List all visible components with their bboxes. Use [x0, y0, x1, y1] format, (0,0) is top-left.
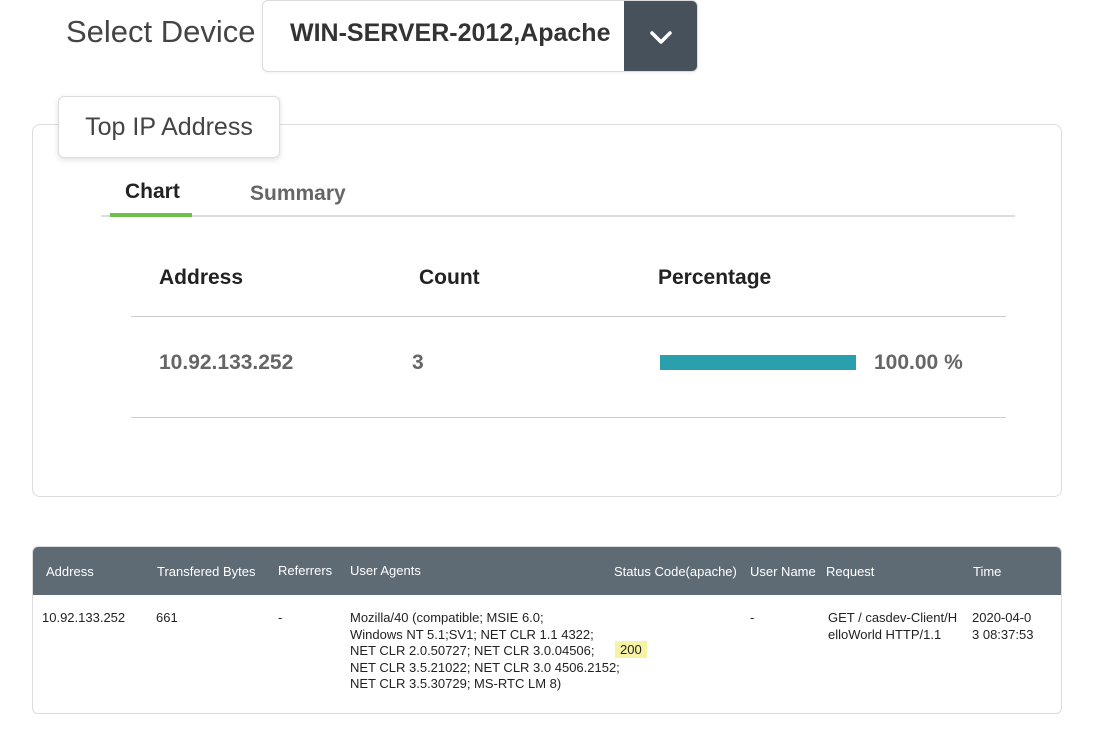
- row-address: 10.92.133.252: [159, 351, 294, 374]
- log-col-referrers: Referrers: [278, 563, 333, 578]
- time-line: 3 08:37:53: [972, 626, 1034, 642]
- log-col-bytes: Transfered Bytes: [157, 564, 256, 579]
- column-header-percentage: Percentage: [658, 266, 772, 289]
- log-cell-address: 10.92.133.252: [42, 610, 126, 625]
- log-cell-user-agent: Mozilla/40 (compatible; MSIE 6.0; Window…: [350, 610, 620, 693]
- select-device-label: Select Device: [66, 14, 256, 49]
- log-cell-referrer: -: [278, 610, 283, 625]
- request-line: GET / casdev-Client/H: [828, 610, 958, 625]
- log-cell-bytes: 661: [156, 610, 178, 625]
- request-line: elloWorld HTTP/1.1: [828, 626, 942, 642]
- top-ip-panel: [32, 124, 1062, 497]
- row-count: 3: [412, 351, 424, 374]
- active-tab-indicator: [110, 213, 192, 217]
- tab-summary[interactable]: Summary: [250, 182, 346, 206]
- user-agent-line: Windows NT 5.1;SV1; NET CLR 1.1 4322;: [350, 626, 594, 642]
- user-agent-line: Mozilla/40 (compatible; MSIE 6.0;: [350, 610, 544, 625]
- time-line: 2020-04-0: [972, 610, 1032, 625]
- percentage-bar: [660, 355, 856, 370]
- header-divider: [131, 316, 1006, 317]
- panel-title: Top IP Address: [58, 96, 280, 158]
- log-col-address: Address: [46, 564, 94, 579]
- log-cell-user-name: -: [750, 610, 755, 625]
- device-select-value: WIN-SERVER-2012,Apache: [290, 19, 611, 47]
- log-col-user-name: User Name: [750, 564, 816, 579]
- log-cell-request: GET / casdev-Client/H elloWorld HTTP/1.1: [828, 610, 957, 643]
- percentage-bar-fill: [660, 355, 856, 370]
- log-col-time: Time: [973, 564, 1002, 579]
- row-divider: [131, 417, 1006, 418]
- log-col-status-code: Status Code(apache): [614, 564, 737, 579]
- column-header-address: Address: [159, 266, 244, 289]
- log-col-request: Request: [826, 564, 875, 579]
- column-header-count: Count: [419, 266, 480, 289]
- log-col-user-agents: User Agents: [350, 563, 421, 578]
- device-select-toggle[interactable]: [624, 1, 697, 71]
- tabs-divider: [101, 215, 1015, 217]
- chevron-down-icon: [649, 31, 672, 44]
- status-badge: 200: [615, 641, 647, 658]
- user-agent-line: NET CLR 3.5.30729; MS-RTC LM 8): [350, 676, 562, 691]
- user-agent-line: NET CLR 2.0.50727; NET CLR 3.0.04506;: [350, 643, 595, 658]
- user-agent-line: NET CLR 3.5.21022; NET CLR 3.0 4506.2152…: [350, 659, 620, 675]
- device-select[interactable]: WIN-SERVER-2012,Apache: [262, 0, 698, 72]
- row-percentage: 100.00 %: [874, 351, 963, 374]
- tab-chart[interactable]: Chart: [125, 180, 180, 204]
- log-cell-time: 2020-04-0 3 08:37:53: [972, 610, 1033, 643]
